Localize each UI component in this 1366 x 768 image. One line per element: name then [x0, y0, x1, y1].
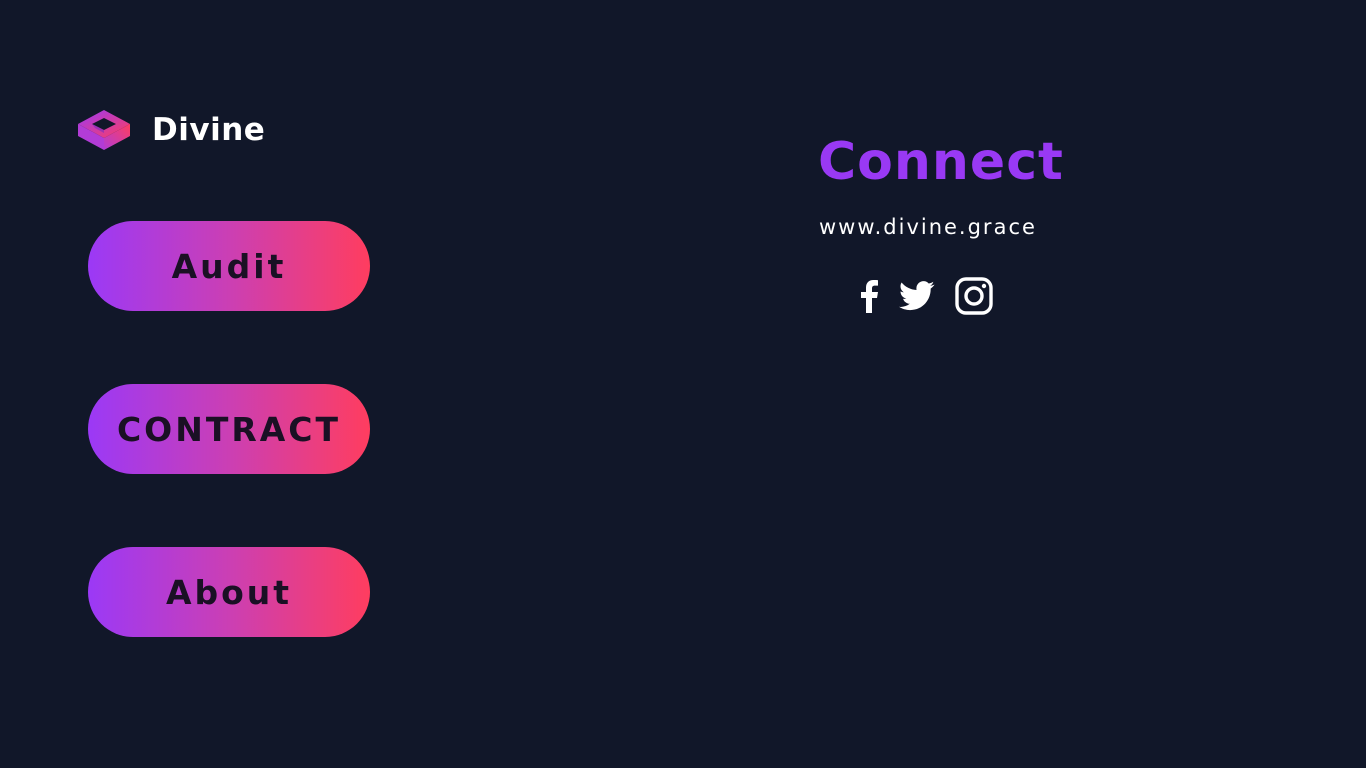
connect-heading: Connect: [818, 132, 1064, 192]
facebook-link[interactable]: [852, 274, 886, 318]
about-button[interactable]: About: [88, 547, 370, 637]
instagram-link[interactable]: [952, 274, 996, 318]
twitter-link[interactable]: [886, 274, 948, 318]
twitter-icon: [899, 281, 935, 311]
brand[interactable]: Divine: [76, 108, 265, 152]
isometric-cube-frame-icon: [78, 110, 130, 150]
social-links: [852, 274, 996, 318]
contract-button[interactable]: CONTRACT: [88, 384, 370, 474]
brand-name: Divine: [152, 112, 266, 148]
website-link[interactable]: www.divine.grace: [819, 213, 1037, 241]
instagram-icon: [955, 277, 993, 315]
facebook-icon: [861, 280, 878, 313]
audit-button[interactable]: Audit: [88, 221, 370, 311]
